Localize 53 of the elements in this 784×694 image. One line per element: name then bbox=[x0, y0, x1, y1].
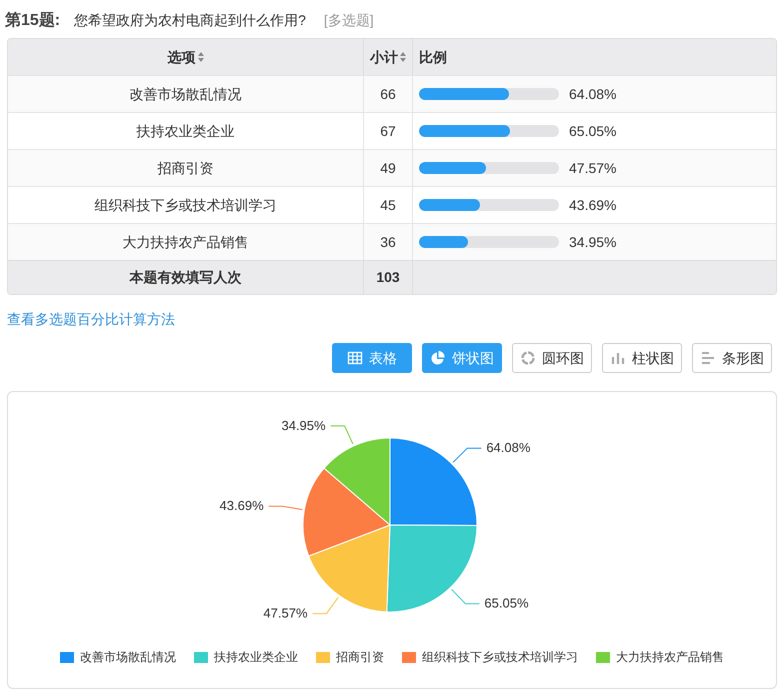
slice-label: 47.57% bbox=[263, 606, 308, 621]
ring-chart-icon bbox=[520, 350, 536, 366]
sort-icon[interactable] bbox=[400, 52, 406, 62]
legend-swatch bbox=[402, 652, 416, 662]
question-text: 您希望政府为农村电商起到什么作用? bbox=[74, 11, 306, 30]
leader-line bbox=[312, 596, 339, 614]
view-button[interactable]: 柱状图 bbox=[602, 343, 682, 373]
option-cell-text: 改善市场散乱情况 bbox=[130, 84, 242, 104]
legend-label[interactable]: 组织科技下乡或技术培训学习 bbox=[422, 648, 578, 666]
option-cell-text: 招商引资 bbox=[158, 158, 214, 178]
column-header[interactable]: 小计 bbox=[370, 46, 398, 68]
table-icon bbox=[347, 350, 363, 366]
sort-icon[interactable] bbox=[198, 52, 204, 62]
slice-label: 43.69% bbox=[220, 498, 264, 514]
count-cell-text: 67 bbox=[380, 122, 396, 140]
legend-swatch bbox=[596, 652, 610, 662]
leader-line bbox=[268, 506, 303, 510]
count-cell-text: 66 bbox=[380, 84, 396, 104]
question-type: [多选题] bbox=[324, 11, 374, 30]
legend-label[interactable]: 扶持农业类企业 bbox=[214, 648, 298, 666]
legend-label[interactable]: 改善市场散乱情况 bbox=[80, 648, 176, 666]
percent-cell-text: 64.08% bbox=[569, 84, 616, 104]
option-cell-text: 大力扶持农产品销售 bbox=[122, 232, 248, 252]
legend-swatch bbox=[316, 652, 330, 662]
column-header: 比例 bbox=[419, 48, 447, 66]
option-cell-text: 组织科技下乡或技术培训学习 bbox=[94, 196, 276, 214]
view-button[interactable]: 圆环图 bbox=[512, 343, 592, 373]
percent-cell-text: 43.69% bbox=[569, 196, 616, 214]
count-cell-text: 45 bbox=[380, 196, 396, 214]
pie-chart-icon bbox=[430, 350, 446, 366]
total-count: 103 bbox=[376, 268, 400, 287]
bar-chart-icon bbox=[700, 350, 716, 366]
leader-line bbox=[451, 588, 480, 604]
percent-cell-text: 65.05% bbox=[569, 122, 616, 140]
question-number: 第15题: bbox=[5, 10, 60, 31]
slice-label: 64.08% bbox=[486, 440, 530, 456]
view-button[interactable]: 条形图 bbox=[692, 343, 772, 373]
leader-line bbox=[452, 448, 482, 463]
legend-label[interactable]: 招商引资 bbox=[336, 648, 384, 666]
column-chart-icon bbox=[610, 350, 626, 366]
column-header[interactable]: 选项 bbox=[168, 46, 196, 68]
slice-label: 65.05% bbox=[484, 596, 528, 611]
leader-line bbox=[330, 425, 354, 445]
percent-cell-text: 47.57% bbox=[569, 158, 616, 178]
legend-swatch bbox=[60, 652, 74, 662]
legend-swatch bbox=[194, 652, 208, 662]
count-cell-text: 49 bbox=[380, 158, 396, 178]
legend-label[interactable]: 大力扶持农产品销售 bbox=[616, 648, 724, 666]
option-cell-text: 扶持农业类企业 bbox=[136, 122, 234, 140]
percent-cell-text: 34.95% bbox=[569, 232, 616, 252]
slice-label: 34.95% bbox=[282, 418, 326, 433]
count-cell-text: 36 bbox=[380, 232, 396, 252]
total-label: 本题有效填写人次 bbox=[130, 268, 242, 287]
